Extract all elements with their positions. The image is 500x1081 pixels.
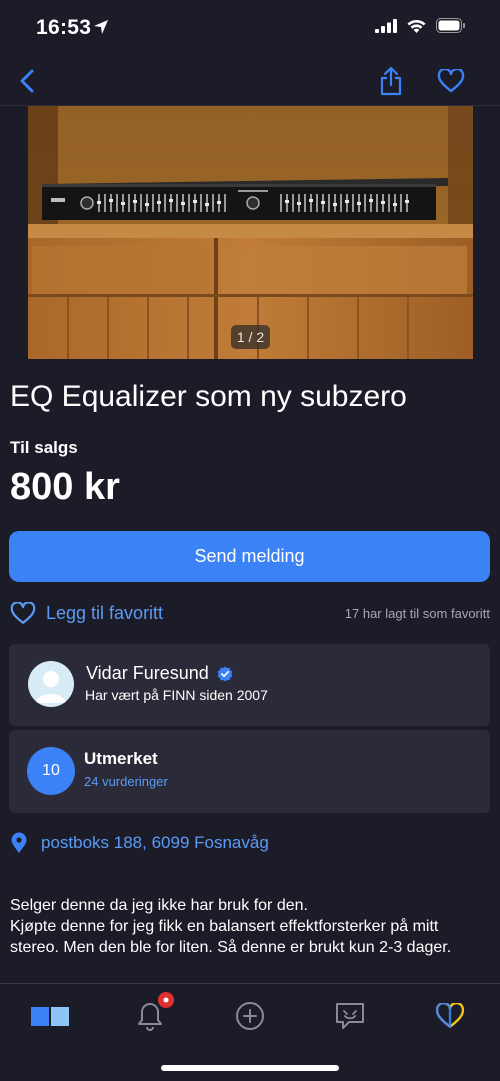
seller-since: Har vært på FINN siden 2007 (85, 687, 268, 703)
tab-home[interactable] (30, 996, 70, 1036)
listing-description: Selger denne da jeg ikke har bruk for de… (10, 897, 452, 956)
verified-badge-icon (217, 666, 233, 681)
favorite-button[interactable] (434, 63, 468, 99)
sale-label: Til salgs (10, 438, 78, 457)
seller-name: Vidar Furesund (86, 663, 209, 683)
location-link[interactable]: postboks 188, 6099 Fosnavåg (10, 832, 269, 854)
location-text: postboks 188, 6099 Fosnavåg (41, 833, 269, 852)
status-icons (375, 18, 466, 38)
share-icon (380, 66, 402, 96)
notification-badge (158, 992, 174, 1008)
seller-name-row: Vidar Furesund (86, 663, 233, 684)
add-favorite-link[interactable]: Legg til favoritt (10, 601, 164, 625)
tab-new-ad[interactable] (230, 996, 270, 1036)
signal-icon (375, 18, 397, 38)
battery-icon (436, 18, 466, 38)
bell-icon (138, 1003, 162, 1031)
listing-title: EQ Equalizer som ny subzero (10, 380, 407, 413)
share-button[interactable] (374, 62, 408, 100)
heart-icon (437, 69, 465, 93)
send-message-button[interactable]: Send melding (9, 531, 490, 582)
rating-review-count[interactable]: 24 vurderinger (84, 774, 168, 789)
back-button[interactable] (10, 64, 44, 98)
seller-card[interactable]: Vidar Furesund Har vært på FINN siden 20… (9, 644, 490, 726)
favorite-row: Legg til favoritt 17 har lagt til som fa… (10, 598, 490, 628)
home-tab-icon (31, 1007, 69, 1026)
plus-circle-icon (236, 1002, 264, 1030)
avatar (28, 661, 74, 707)
rating-label: Utmerket (84, 749, 158, 768)
tab-favorites[interactable] (430, 996, 470, 1036)
status-time: 16:53 (36, 16, 92, 39)
rating-card[interactable]: 10 Utmerket 24 vurderinger (9, 730, 490, 813)
favorite-count: 17 har lagt til som favoritt (344, 605, 490, 621)
heart-tab-icon (435, 1003, 465, 1028)
add-favorite-label: Legg til favoritt (46, 602, 164, 623)
message-icon (336, 1003, 364, 1029)
location-pin-icon (11, 832, 27, 853)
photo-counter: 1 / 2 (231, 325, 270, 349)
listing-price: 800 kr (10, 466, 120, 508)
location-arrow-icon (93, 19, 109, 40)
wifi-icon (406, 18, 427, 38)
heart-icon (10, 601, 36, 624)
rating-score-badge: 10 (27, 747, 75, 795)
back-chevron-icon (20, 69, 34, 93)
tab-messages[interactable] (330, 996, 370, 1036)
listing-photo[interactable] (28, 106, 473, 359)
home-indicator (161, 1065, 339, 1071)
